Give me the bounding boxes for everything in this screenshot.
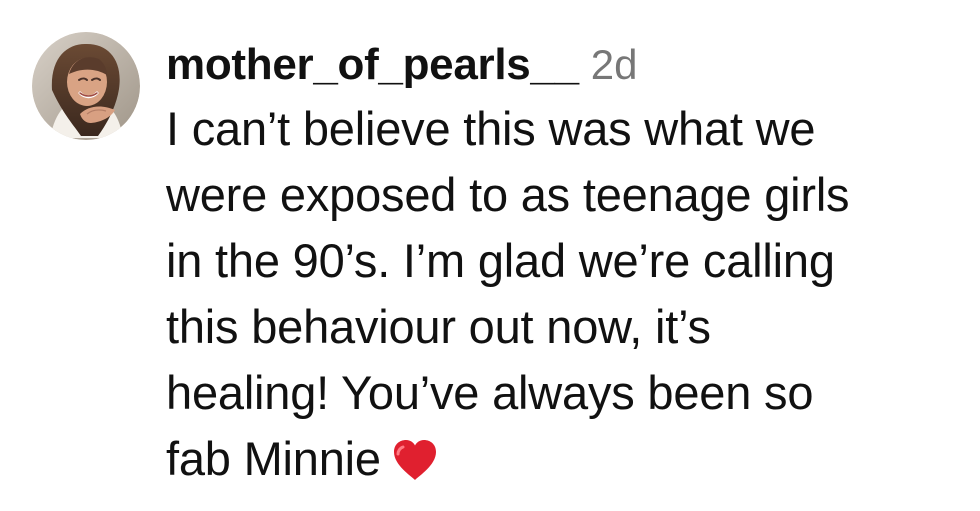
- comment-time: 2d: [590, 41, 638, 88]
- comment: mother_of_pearls__ 2d I can’t believe thi…: [0, 0, 980, 511]
- heart-icon: [391, 433, 439, 480]
- comment-line: were exposed to as teenage girls: [166, 168, 850, 221]
- username[interactable]: mother_of_pearls__: [166, 40, 579, 89]
- comment-meta: mother_of_pearls__ 2d: [166, 40, 966, 90]
- comment-line: this behaviour out now, it’s: [166, 300, 711, 353]
- comment-last-line: fab Minnie: [166, 426, 966, 492]
- comment-line: healing! You’ve always been so: [166, 366, 814, 419]
- comment-line: in the 90’s. I’m glad we’re calling: [166, 234, 835, 287]
- comment-line: I can’t believe this was what we: [166, 102, 816, 155]
- avatar[interactable]: [32, 32, 140, 140]
- comment-text: I can’t believe this was what we were ex…: [166, 96, 966, 492]
- comment-line: fab Minnie: [166, 432, 381, 485]
- comment-content: mother_of_pearls__ 2d I can’t believe thi…: [166, 40, 966, 492]
